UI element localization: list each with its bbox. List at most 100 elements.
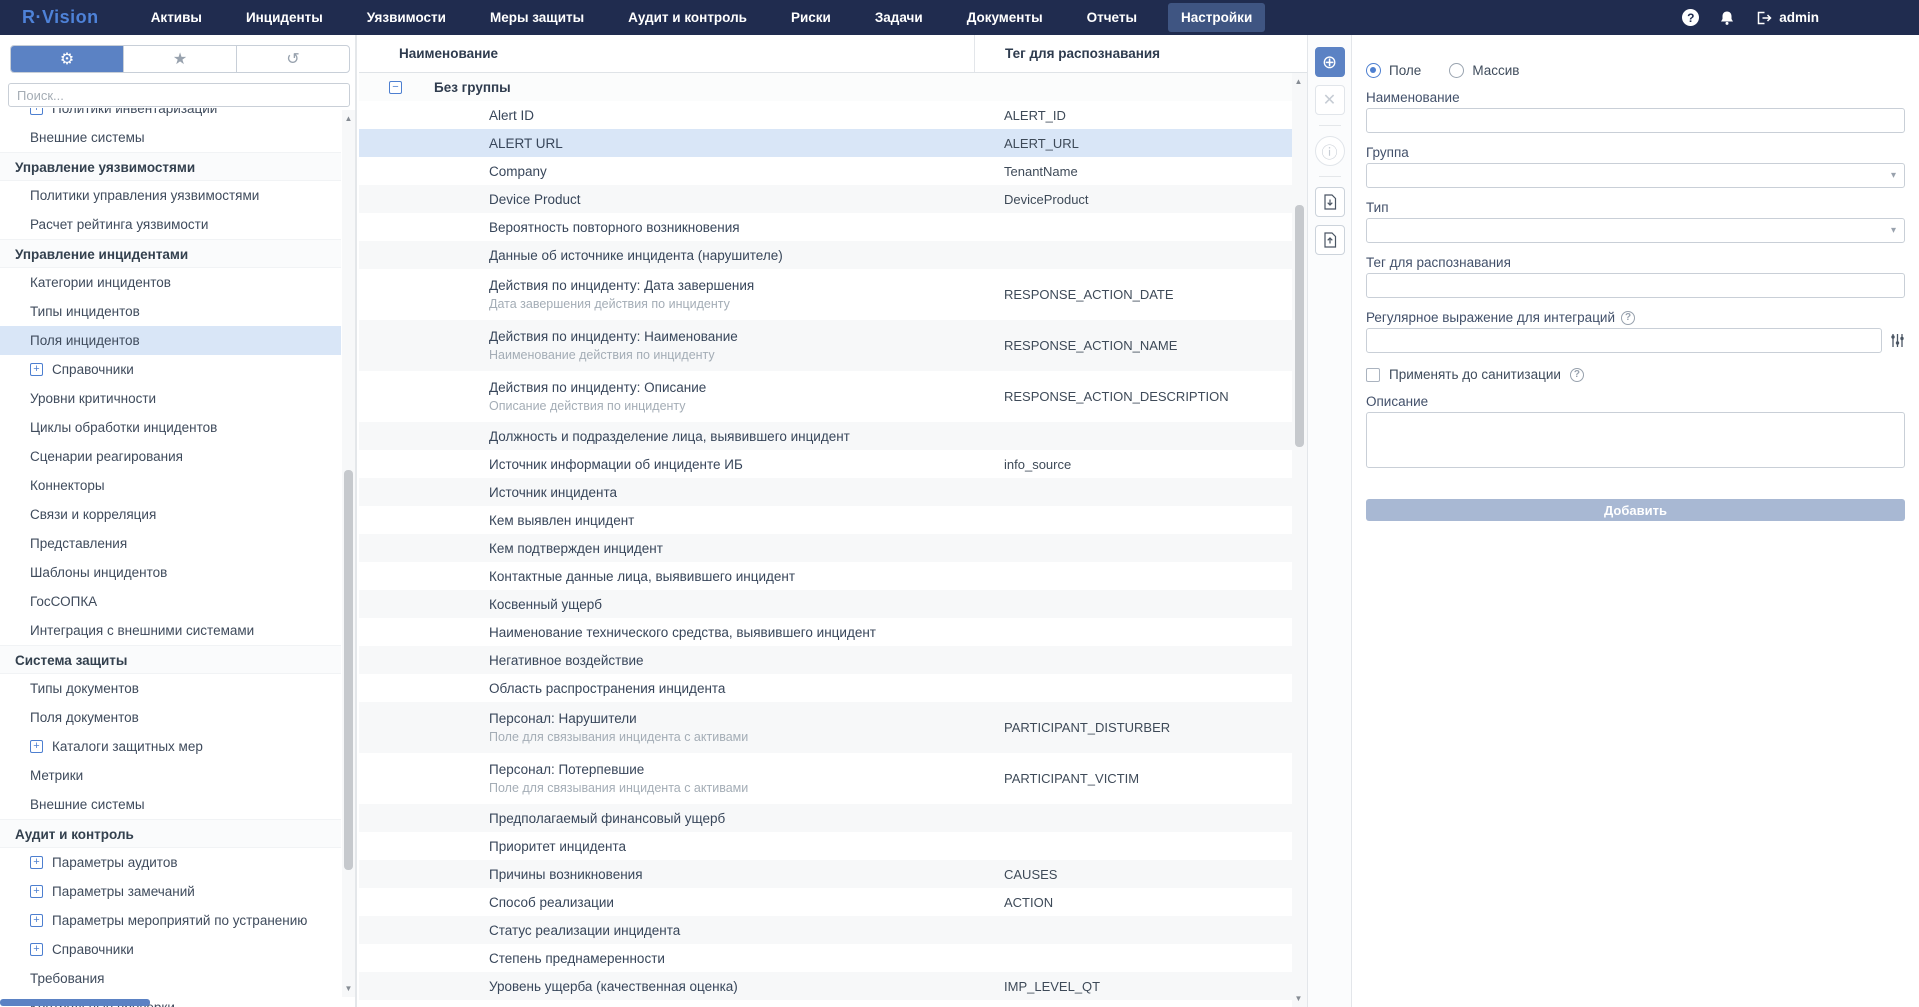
tree-item[interactable]: Политики управления уязвимостями bbox=[0, 181, 341, 210]
table-row[interactable]: Персонал: ПотерпевшиеПоле для связывания… bbox=[359, 753, 1292, 804]
help-circle-icon[interactable]: ? bbox=[1621, 311, 1635, 325]
search-input[interactable] bbox=[8, 83, 350, 107]
nav-item-10[interactable]: Настройки bbox=[1168, 3, 1265, 32]
sidebar-scrollbar[interactable]: ▲ ▼ bbox=[342, 110, 355, 997]
tree-item[interactable]: Типы инцидентов bbox=[0, 297, 341, 326]
type-select[interactable] bbox=[1366, 218, 1905, 243]
scroll-up-icon[interactable]: ▲ bbox=[342, 112, 355, 125]
help-circle-icon[interactable]: ? bbox=[1570, 368, 1584, 382]
table-row[interactable]: Device ProductDeviceProduct bbox=[359, 185, 1292, 213]
tree-item[interactable]: Связи и корреляция bbox=[0, 500, 341, 529]
table-scrollbar[interactable]: ▲ ▼ bbox=[1292, 73, 1307, 1007]
tree-item[interactable]: Расчет рейтинга уязвимости bbox=[0, 210, 341, 239]
expand-plus-icon[interactable]: + bbox=[30, 363, 43, 376]
bell-icon[interactable] bbox=[1719, 10, 1735, 26]
import-button[interactable] bbox=[1315, 187, 1345, 217]
delete-field-button[interactable]: ✕ bbox=[1315, 85, 1345, 115]
tag-field[interactable] bbox=[1366, 273, 1905, 298]
tree-item[interactable]: Поля инцидентов bbox=[0, 326, 341, 355]
regex-field[interactable] bbox=[1366, 328, 1882, 353]
export-button[interactable] bbox=[1315, 225, 1345, 255]
nav-item-1[interactable]: Активы bbox=[138, 3, 215, 32]
tree-item[interactable]: Интеграция с внешними системами bbox=[0, 616, 341, 645]
tree-item[interactable]: Поля документов bbox=[0, 703, 341, 732]
tree-item[interactable]: +Параметры мероприятий по устранению bbox=[0, 906, 341, 935]
tree-item[interactable]: Представления bbox=[0, 529, 341, 558]
tree-item[interactable]: Внешние системы bbox=[0, 123, 341, 152]
group-select[interactable] bbox=[1366, 163, 1905, 188]
tree-item[interactable]: Циклы обработки инцидентов bbox=[0, 413, 341, 442]
table-row[interactable]: Кем выявлен инцидент bbox=[359, 506, 1292, 534]
name-field[interactable] bbox=[1366, 108, 1905, 133]
nav-item-3[interactable]: Уязвимости bbox=[354, 3, 459, 32]
table-row[interactable]: Область распространения инцидента bbox=[359, 674, 1292, 702]
tree-item[interactable]: ГосСОПКА bbox=[0, 587, 341, 616]
table-row[interactable]: Источник инцидента bbox=[359, 478, 1292, 506]
tree-item[interactable]: Внешние системы bbox=[0, 790, 341, 819]
table-row[interactable]: Косвенный ущерб bbox=[359, 590, 1292, 618]
table-row[interactable]: Вероятность повторного возникновения bbox=[359, 213, 1292, 241]
tree-item[interactable]: Коннекторы bbox=[0, 471, 341, 500]
tab-settings[interactable]: ⚙ bbox=[11, 46, 124, 72]
table-row[interactable]: Способ реализацииACTION bbox=[359, 888, 1292, 916]
expand-plus-icon[interactable]: + bbox=[30, 108, 43, 115]
table-row[interactable]: CompanyTenantName bbox=[359, 157, 1292, 185]
sliders-icon[interactable] bbox=[1890, 333, 1905, 348]
table-row[interactable]: Должность и подразделение лица, выявивше… bbox=[359, 422, 1292, 450]
tree-item[interactable]: Требования bbox=[0, 964, 341, 993]
expand-plus-icon[interactable]: + bbox=[30, 856, 43, 869]
logout-icon[interactable] bbox=[1755, 10, 1772, 26]
scrollbar-thumb[interactable] bbox=[1295, 205, 1304, 447]
add-button[interactable]: Добавить bbox=[1366, 499, 1905, 521]
radio-array[interactable]: Массив bbox=[1449, 63, 1519, 78]
table-row[interactable]: Действия по инциденту: ОписаниеОписание … bbox=[359, 371, 1292, 422]
tree-item[interactable]: Метрики bbox=[0, 761, 341, 790]
description-field[interactable] bbox=[1366, 412, 1905, 468]
table-row[interactable]: Приоритет инцидента bbox=[359, 832, 1292, 860]
table-row[interactable]: Alert IDALERT_ID bbox=[359, 101, 1292, 129]
nav-item-4[interactable]: Меры защиты bbox=[477, 3, 597, 32]
table-row[interactable]: Источник информации об инциденте ИБinfo_… bbox=[359, 450, 1292, 478]
tree-item[interactable]: +Параметры замечаний bbox=[0, 877, 341, 906]
group-row[interactable]: − Без группы bbox=[359, 73, 1292, 101]
table-row[interactable]: Наименование технического средства, выяв… bbox=[359, 618, 1292, 646]
info-button[interactable]: ⓘ bbox=[1315, 136, 1345, 166]
table-row[interactable]: Кем подтвержден инцидент bbox=[359, 534, 1292, 562]
table-row[interactable]: Действия по инциденту: Дата завершенияДа… bbox=[359, 269, 1292, 320]
tree-item[interactable]: Сценарии реагирования bbox=[0, 442, 341, 471]
table-row[interactable]: Персонал: НарушителиПоле для связывания … bbox=[359, 702, 1292, 753]
checkbox-unchecked-icon[interactable] bbox=[1366, 368, 1380, 382]
tree-item[interactable]: +Справочники bbox=[0, 935, 341, 964]
tree-item[interactable]: +Политики инвентаризации bbox=[0, 108, 341, 123]
tree-item[interactable]: +Параметры аудитов bbox=[0, 848, 341, 877]
tree-item[interactable]: +Справочники bbox=[0, 355, 341, 384]
scrollbar-thumb[interactable] bbox=[344, 470, 353, 870]
add-field-button[interactable]: ⊕ bbox=[1315, 47, 1345, 77]
nav-item-5[interactable]: Аудит и контроль bbox=[615, 3, 760, 32]
collapse-minus-icon[interactable]: − bbox=[389, 81, 402, 94]
scroll-up-icon[interactable]: ▲ bbox=[1292, 75, 1305, 88]
expand-plus-icon[interactable]: + bbox=[30, 740, 43, 753]
help-icon[interactable]: ? bbox=[1682, 9, 1699, 26]
scroll-down-icon[interactable]: ▼ bbox=[342, 982, 355, 995]
table-row[interactable]: Степень преднамеренности bbox=[359, 944, 1292, 972]
tree-item[interactable]: +Каталоги защитных мер bbox=[0, 732, 341, 761]
nav-item-8[interactable]: Документы bbox=[954, 3, 1056, 32]
table-row[interactable]: Причины возникновенияCAUSES bbox=[359, 860, 1292, 888]
table-row[interactable]: Негативное воздействие bbox=[359, 646, 1292, 674]
column-header-name[interactable]: Наименование bbox=[359, 35, 974, 72]
nav-item-2[interactable]: Инциденты bbox=[233, 3, 336, 32]
sanitize-checkbox-row[interactable]: Применять до санитизации ? bbox=[1366, 367, 1905, 382]
sidebar-hscrollbar-thumb[interactable] bbox=[0, 999, 150, 1006]
table-row[interactable]: Предполагаемый финансовый ущерб bbox=[359, 804, 1292, 832]
table-row[interactable]: Данные об источнике инцидента (нарушител… bbox=[359, 241, 1292, 269]
radio-field[interactable]: Поле bbox=[1366, 63, 1421, 78]
user-menu[interactable]: admin bbox=[1755, 10, 1819, 26]
table-row[interactable]: ALERT URLALERT_URL bbox=[359, 129, 1292, 157]
column-header-tag[interactable]: Тег для распознавания bbox=[974, 35, 1307, 72]
table-row[interactable]: Контактные данные лица, выявившего инцид… bbox=[359, 562, 1292, 590]
table-row[interactable]: Статус реализации инцидента bbox=[359, 916, 1292, 944]
nav-item-6[interactable]: Риски bbox=[778, 3, 844, 32]
expand-plus-icon[interactable]: + bbox=[30, 943, 43, 956]
tree-item[interactable]: Категории инцидентов bbox=[0, 268, 341, 297]
